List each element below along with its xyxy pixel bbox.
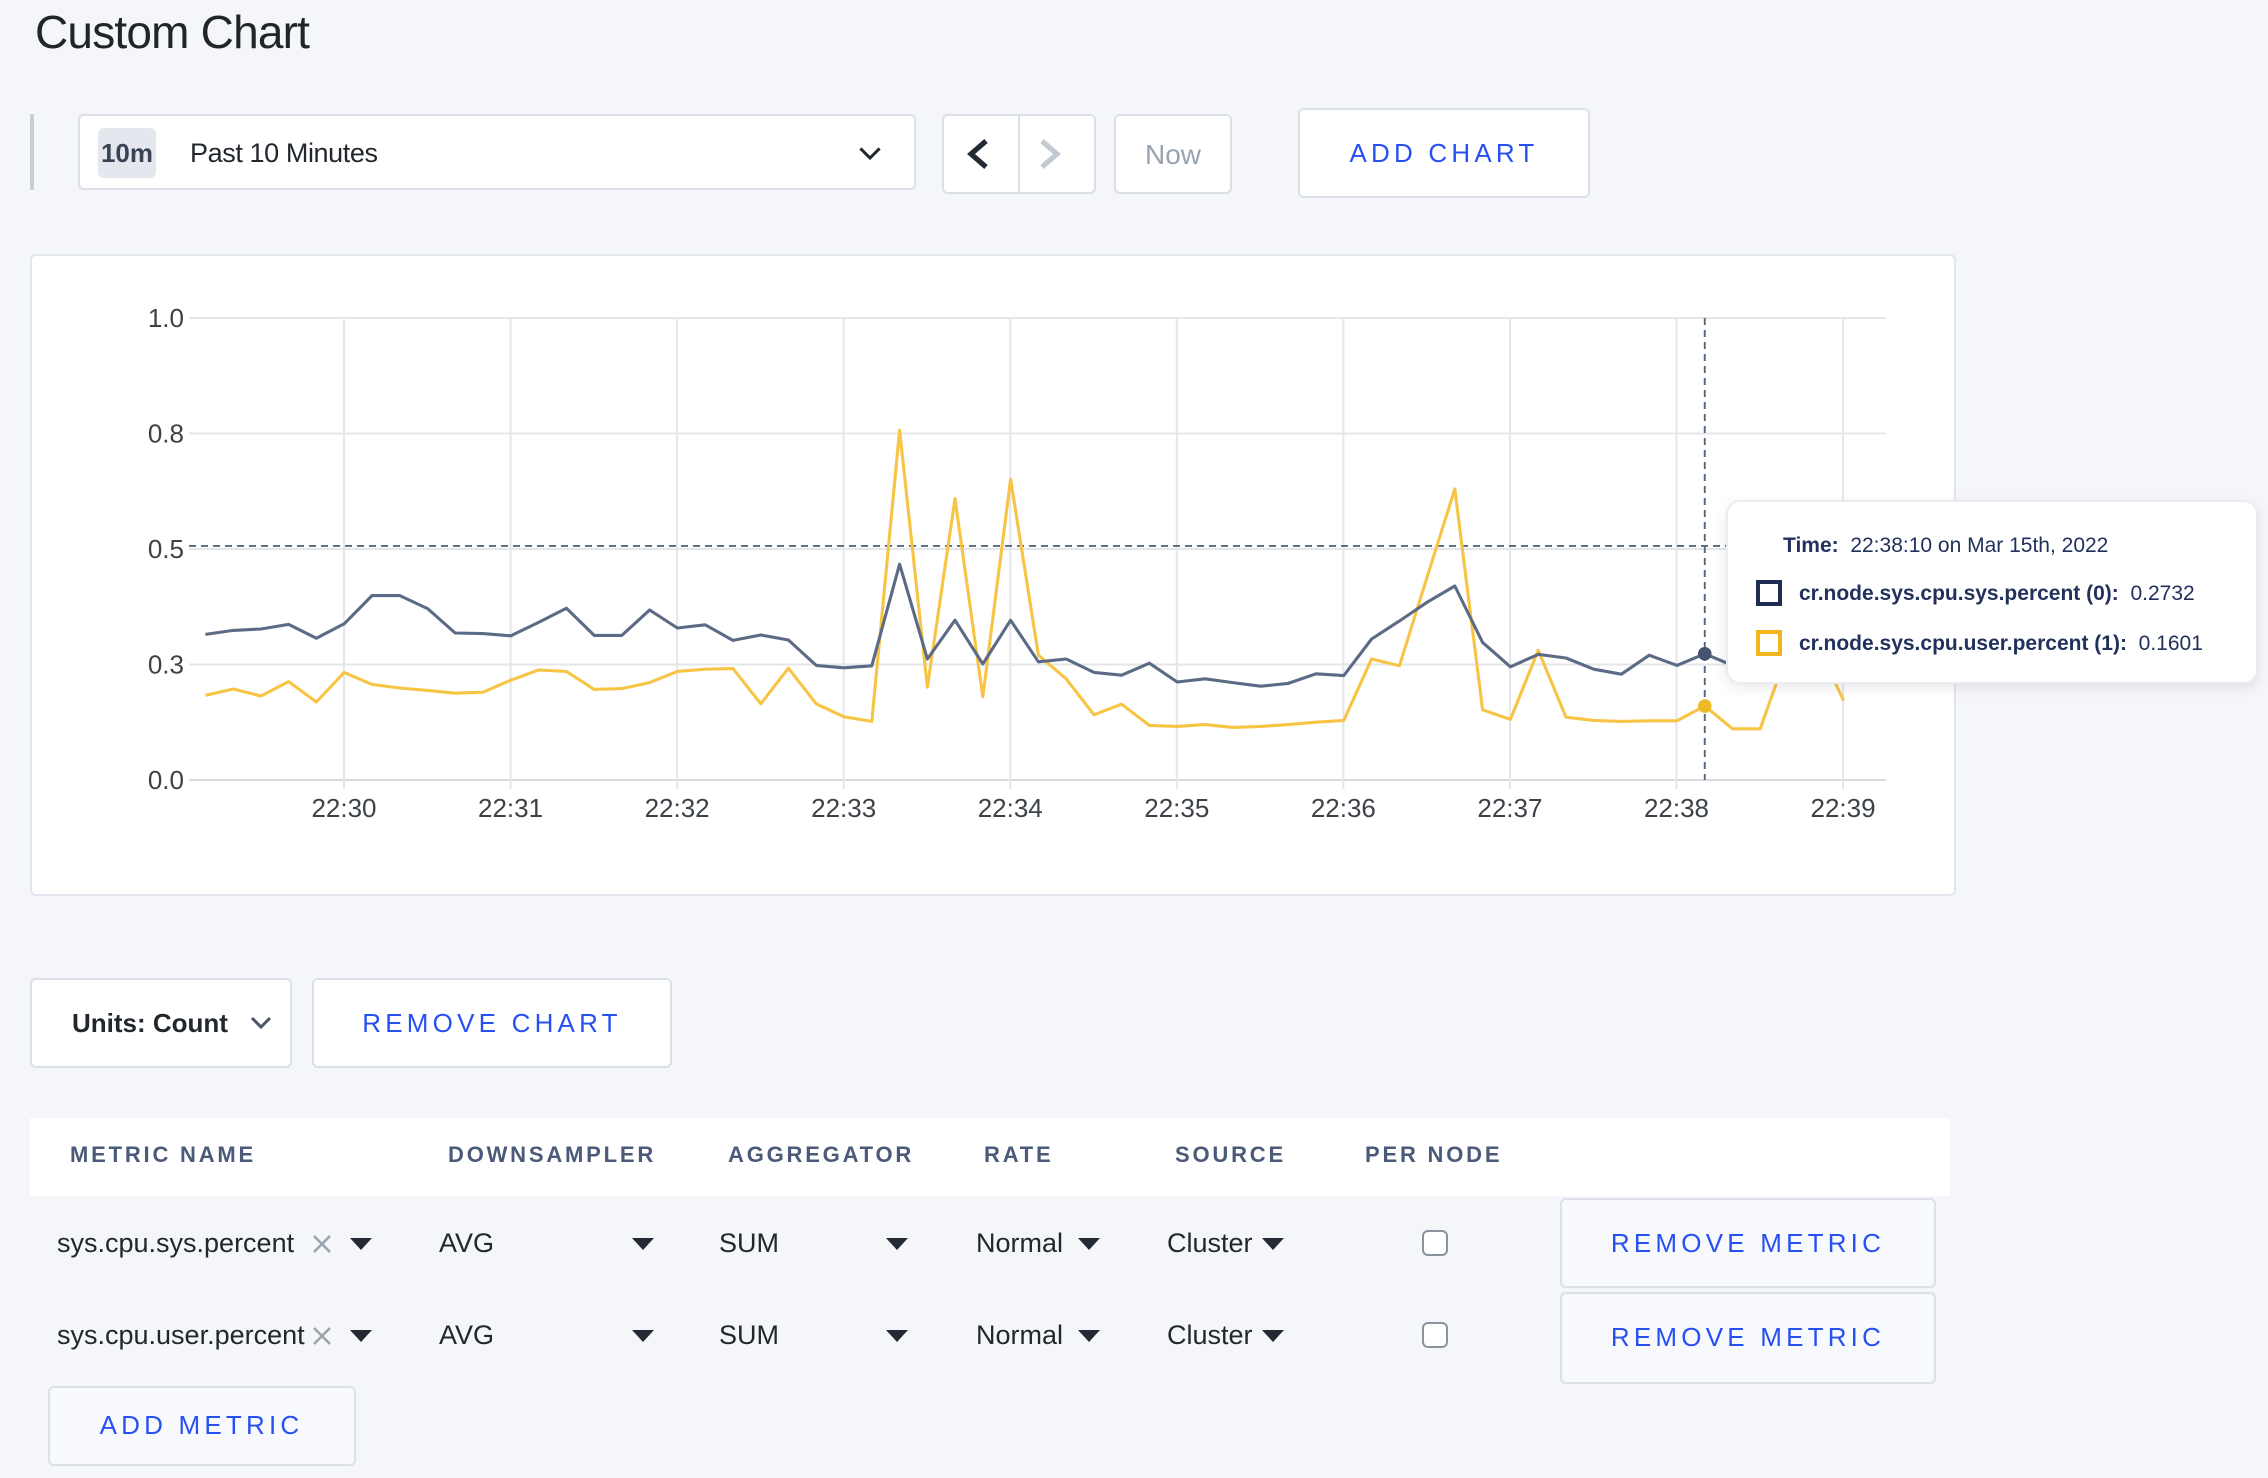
svg-text:22:33: 22:33 [811, 792, 876, 822]
svg-text:22:31: 22:31 [478, 792, 543, 822]
svg-text:0.0: 0.0 [148, 764, 184, 794]
svg-text:22:39: 22:39 [1811, 792, 1876, 822]
svg-text:22:30: 22:30 [311, 792, 376, 822]
svg-text:22:38: 22:38 [1644, 792, 1709, 822]
svg-text:0.3: 0.3 [148, 648, 184, 678]
svg-text:22:32: 22:32 [645, 792, 710, 822]
svg-text:0.8: 0.8 [148, 417, 184, 447]
svg-text:22:34: 22:34 [978, 792, 1043, 822]
svg-text:1.0: 1.0 [148, 302, 184, 332]
svg-text:22:36: 22:36 [1311, 792, 1376, 822]
svg-text:0.5: 0.5 [148, 533, 184, 563]
svg-text:22:35: 22:35 [1144, 792, 1209, 822]
svg-text:22:37: 22:37 [1477, 792, 1542, 822]
